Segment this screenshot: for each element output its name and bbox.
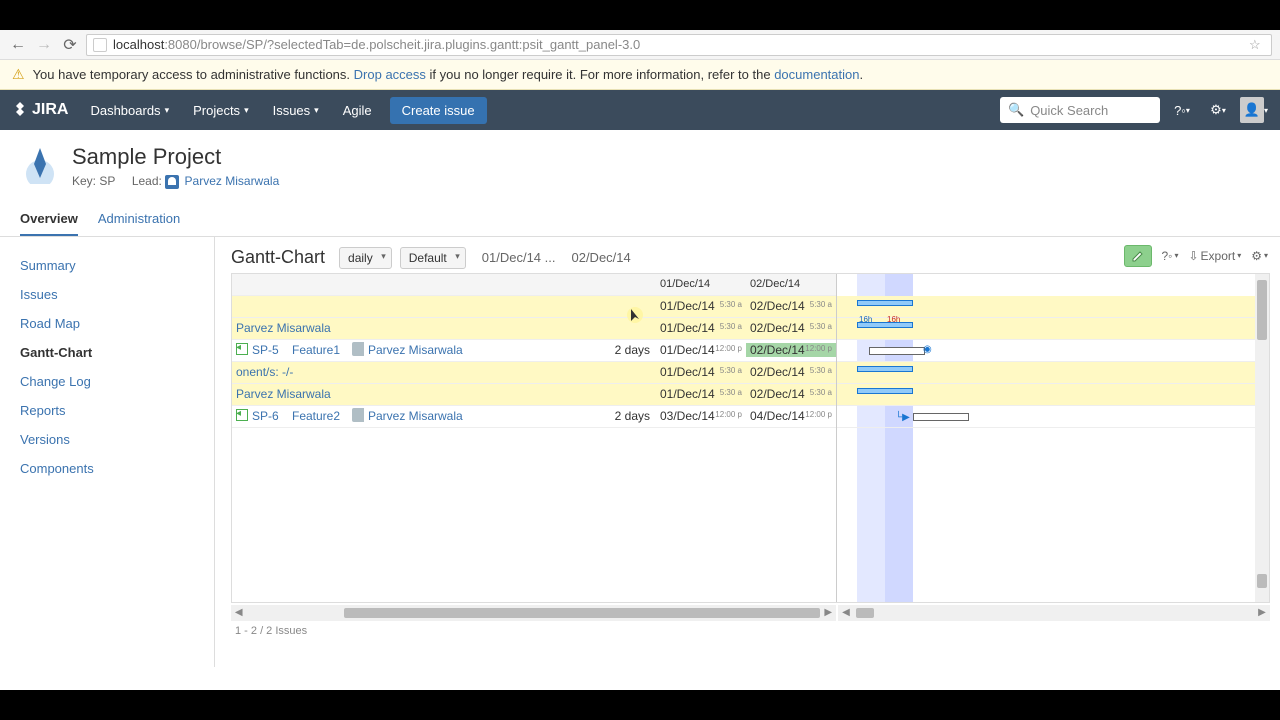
duration: 2 days [596,409,656,423]
end-date: 04/Dec/1412:00 p [746,409,836,423]
nav-projects[interactable]: Projects▾ [183,90,259,130]
help-icon[interactable]: ?◦▾ [1168,96,1196,124]
gantt-bar-sp5[interactable] [869,347,925,355]
sidebar-item-road-map[interactable]: Road Map [0,309,214,338]
settings-icon[interactable]: ⚙▾ [1204,96,1232,124]
person-icon [165,175,179,189]
banner-text: You have temporary access to administrat… [33,67,350,82]
sidebar-item-summary[interactable]: Summary [0,251,214,280]
url-host: localhost [113,37,164,52]
gantt-bar-sp6[interactable] [913,413,969,421]
address-bar[interactable]: localhost:8080/browse/SP/?selectedTab=de… [86,34,1272,56]
edit-button[interactable] [1124,245,1152,267]
sidebar-item-reports[interactable]: Reports [0,396,214,425]
reload-button[interactable]: ⟳ [60,35,80,55]
gantt-row: onent/s: -/-01/Dec/145:30 a02/Dec/145:30… [232,362,836,384]
vertical-scrollbar[interactable] [1255,274,1269,602]
sidebar-item-versions[interactable]: Versions [0,425,214,454]
progress-icon: ◉ [923,344,932,355]
issue-key[interactable]: SP-5 [248,343,288,357]
start-date: 03/Dec/1412:00 p [656,409,746,423]
right-hscroll[interactable]: ◀ ▶ [838,605,1270,621]
left-hscroll[interactable]: ◀ ▶ [231,605,836,621]
help-icon[interactable]: ?◦▾ [1162,249,1179,263]
documentation-link[interactable]: documentation [774,67,859,82]
header-date1: 01/Dec/14 [656,278,746,290]
badge-16h: 16h [859,315,872,324]
sidebar-item-issues[interactable]: Issues [0,280,214,309]
nav-agile[interactable]: Agile [333,90,382,130]
date-from: 01/Dec/14 ... [482,250,556,265]
group-label[interactable]: Parvez Misarwala [232,387,656,401]
assignee-link[interactable]: Parvez Misarwala [364,409,484,423]
project-lead-link[interactable]: Parvez Misarwala [185,174,280,188]
bookmark-icon[interactable]: ☆ [1249,37,1265,53]
tab-administration[interactable]: Administration [98,203,180,236]
warning-icon: ⚠ [12,66,25,83]
jira-header: JIRA Dashboards▾ Projects▾ Issues▾ Agile… [0,90,1280,130]
nav-dashboards[interactable]: Dashboards▾ [80,90,179,130]
url-path: :8080/browse/SP/?selectedTab=de.polschei… [164,37,640,52]
gantt-row: SP-6Feature2 Parvez Misarwala 2 days03/Dec… [232,406,836,428]
duration: 2 days [596,343,656,357]
nav-issues[interactable]: Issues▾ [263,90,329,130]
export-button[interactable]: ⇩ Export ▾ [1188,249,1241,263]
avatar-icon [352,408,364,422]
search-icon: 🔍 [1008,102,1024,118]
task-icon [236,343,248,355]
create-issue-button[interactable]: Create issue [390,97,487,124]
group-label[interactable]: Parvez Misarwala [232,321,656,335]
pagination-info: 1 - 2 / 2 Issues [231,625,1270,637]
sidebar: SummaryIssuesRoad MapGantt-ChartChange L… [0,237,215,667]
assignee-link[interactable]: Parvez Misarwala [364,343,484,357]
avatar-icon [352,342,364,356]
view-dropdown[interactable]: daily [339,247,392,269]
tab-overview[interactable]: Overview [20,203,78,236]
gantt-title: Gantt-Chart [231,247,325,268]
header-date2: 02/Dec/14 [746,278,836,290]
issue-summary[interactable]: Feature2 [288,409,348,423]
gantt-row: 01/Dec/145:30 a02/Dec/145:30 a [232,296,836,318]
style-dropdown[interactable]: Default [400,247,466,269]
project-avatar [20,144,60,184]
admin-access-banner: ⚠ You have temporary access to administr… [0,60,1280,90]
project-meta: Key: SP Lead: Parvez Misarwala [72,174,279,189]
project-title: Sample Project [72,144,279,170]
issue-key[interactable]: SP-6 [248,409,288,423]
back-button[interactable]: ← [8,35,28,55]
forward-button[interactable]: → [34,35,54,55]
gantt-row: Parvez Misarwala01/Dec/145:30 a02/Dec/14… [232,318,836,340]
end-date: 02/Dec/1412:00 p [746,343,836,357]
task-icon [236,409,248,421]
jira-logo[interactable]: JIRA [12,101,68,119]
gear-icon[interactable]: ⚙▾ [1251,249,1268,263]
gantt-row: Parvez Misarwala01/Dec/145:30 a02/Dec/14… [232,384,836,406]
user-menu[interactable]: 👤▾ [1240,96,1268,124]
dependency-arrow-icon: └▶ [895,412,910,423]
sidebar-item-gantt-chart[interactable]: Gantt-Chart [0,338,214,367]
page-icon [93,38,107,52]
gantt-row: SP-5Feature1 Parvez Misarwala 2 days01/Dec… [232,340,836,362]
date-to: 02/Dec/14 [571,250,630,265]
sidebar-item-change-log[interactable]: Change Log [0,367,214,396]
issue-summary[interactable]: Feature1 [288,343,348,357]
group-label[interactable]: onent/s: -/- [232,365,656,379]
badge-16h-red: 16h [887,315,900,324]
drop-access-link[interactable]: Drop access [354,67,426,82]
quick-search[interactable]: 🔍 Quick Search [1000,97,1160,123]
start-date: 01/Dec/1412:00 p [656,343,746,357]
sidebar-item-components[interactable]: Components [0,454,214,483]
